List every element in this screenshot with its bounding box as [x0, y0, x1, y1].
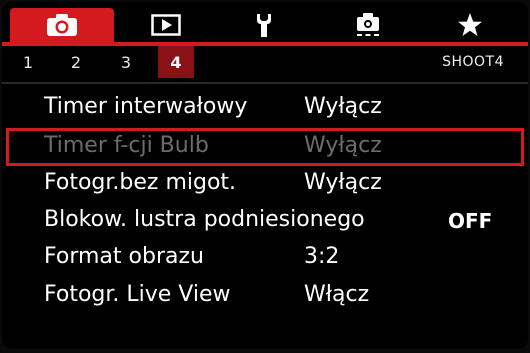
wrench-icon	[257, 14, 271, 37]
menu-item-aspect-ratio[interactable]: Format obrazu 3:2	[2, 240, 528, 276]
menu-item-value: Wyłącz	[304, 94, 382, 119]
menu-item-label: Format obrazu	[44, 244, 204, 269]
subtab-2[interactable]: 2	[58, 46, 94, 78]
menu-item-label: Timer f-cji Bulb	[44, 133, 209, 158]
menu-item-value: Wyłącz	[304, 133, 382, 158]
subtab-3[interactable]: 3	[108, 46, 144, 78]
header-divider	[2, 82, 528, 84]
custom-functions-icon	[357, 13, 379, 36]
subtab-bar: 1 2 3 4 SHOOT4	[2, 46, 528, 78]
camera-icon	[47, 14, 77, 36]
menu-item-anti-flicker[interactable]: Fotogr.bez migot. Wyłącz	[2, 166, 528, 202]
menu-item-label: Blokow. lustra podniesionego	[44, 207, 365, 232]
menu-item-label: Fotogr. Live View	[44, 282, 231, 307]
tab-playback[interactable]	[114, 8, 218, 42]
subtab-1[interactable]: 1	[10, 46, 46, 78]
menu-item-value: 3:2	[304, 244, 340, 269]
tab-custom-functions[interactable]	[316, 8, 420, 42]
tab-my-menu[interactable]	[418, 8, 522, 42]
tab-setup[interactable]	[212, 8, 316, 42]
menu-item-bulb-timer[interactable]: Timer f-cji Bulb Wyłącz	[6, 128, 524, 166]
menu-item-value: OFF	[448, 209, 493, 233]
main-tab-bar	[2, 2, 528, 42]
menu-item-value: Włącz	[304, 282, 370, 307]
menu-item-interval-timer[interactable]: Timer interwałowy Wyłącz	[2, 90, 528, 126]
menu-item-label: Timer interwałowy	[44, 94, 248, 119]
menu-item-value: Wyłącz	[304, 170, 382, 195]
camera-menu-screen: 1 2 3 4 SHOOT4 Timer interwałowy Wyłącz …	[2, 2, 528, 349]
playback-icon	[151, 14, 181, 36]
star-icon	[458, 13, 482, 36]
menu-item-mirror-lockup[interactable]: Blokow. lustra podniesionego OFF	[2, 203, 528, 239]
tab-shooting[interactable]	[10, 8, 114, 42]
menu-item-live-view[interactable]: Fotogr. Live View Włącz	[2, 278, 528, 314]
menu-item-label: Fotogr.bez migot.	[44, 170, 237, 195]
page-code: SHOOT4	[442, 54, 504, 70]
subtab-4[interactable]: 4	[158, 46, 194, 78]
